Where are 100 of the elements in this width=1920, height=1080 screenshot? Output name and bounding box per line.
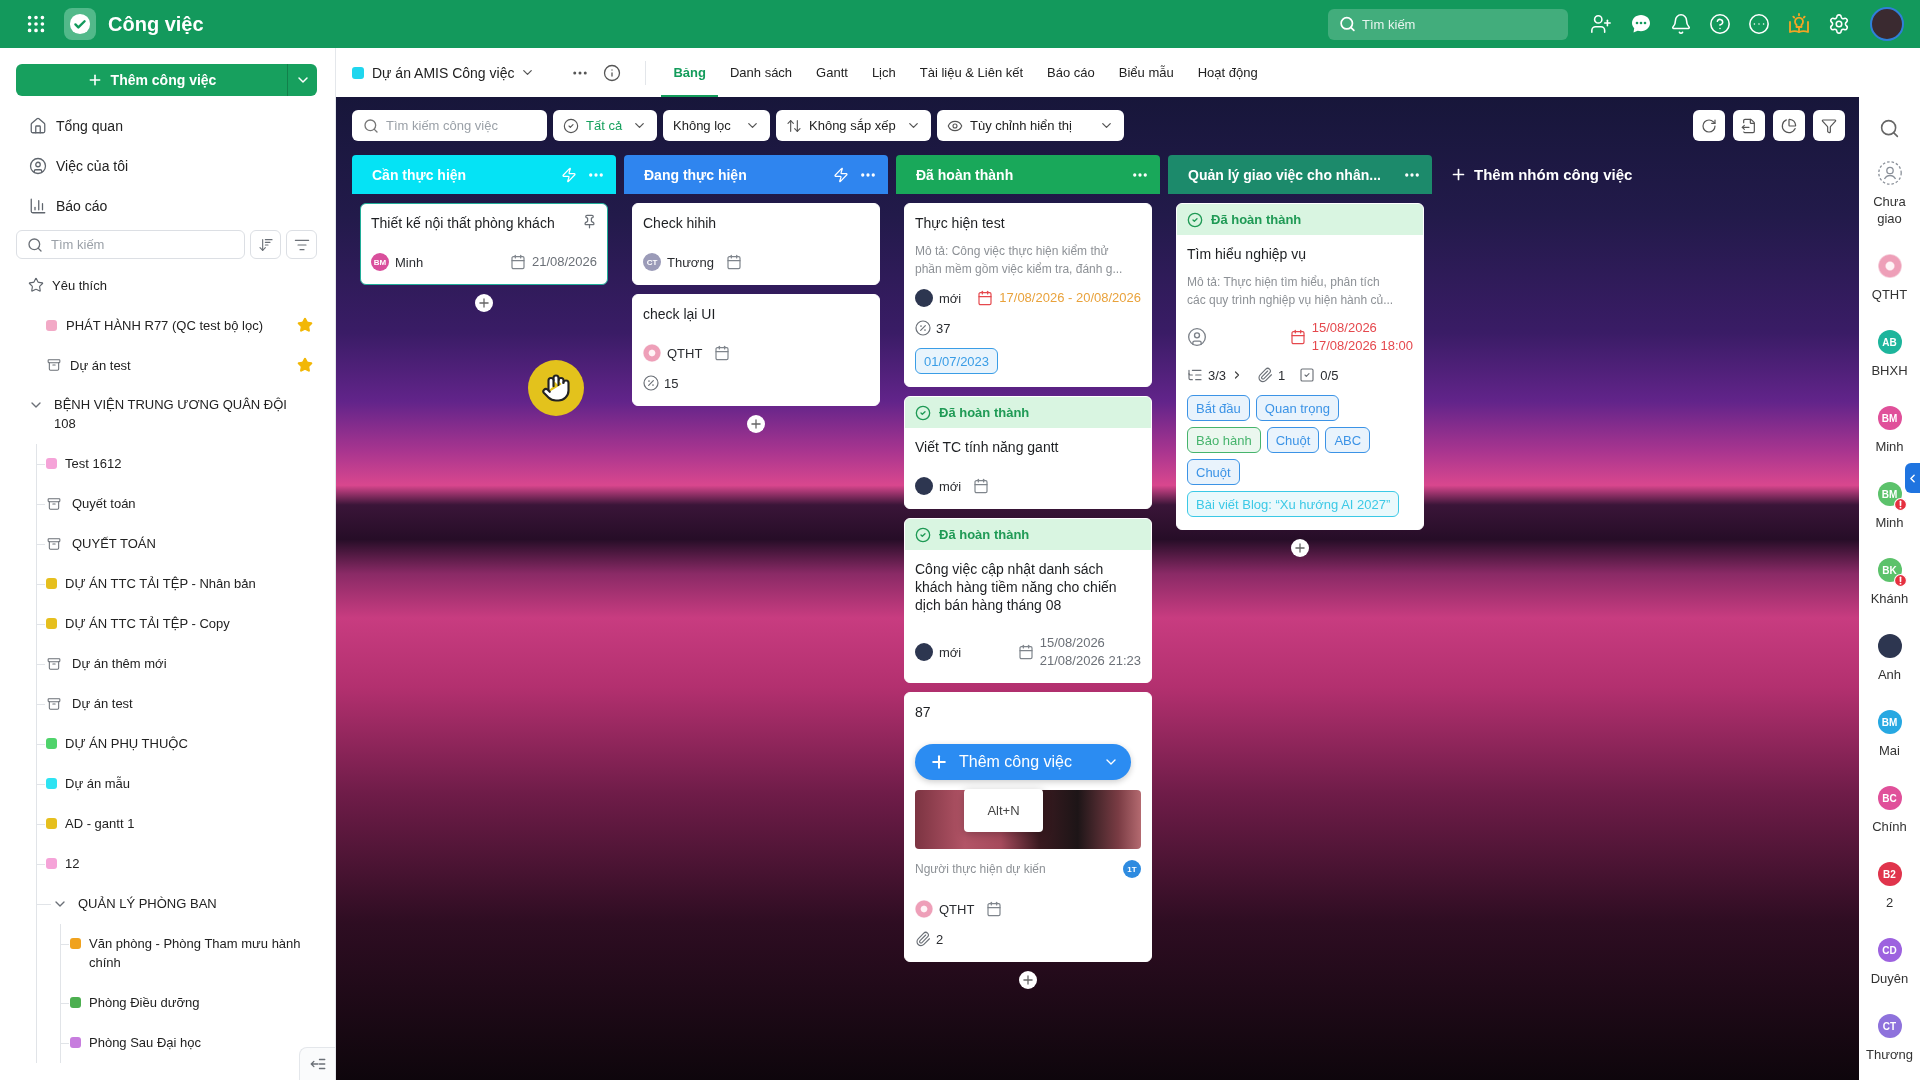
user-avatar[interactable]: CT: [1877, 1014, 1902, 1038]
project-tree-item[interactable]: AD - gantt 1: [37, 804, 321, 844]
add-card-button[interactable]: [1019, 971, 1037, 989]
project-tree-item[interactable]: DỰ ÁN TTC TẢI TỆP - Copy: [37, 604, 321, 644]
favorite-project-item[interactable]: PHÁT HÀNH R77 (QC test bộ lọc): [0, 305, 321, 345]
due-date: 17/08/2026 - 20/08/2026: [999, 289, 1141, 307]
task-card[interactable]: 87 Thêm công việc Alt+N Người thực hiện dự kiến 1T QTHT 2: [904, 692, 1152, 962]
task-card[interactable]: Check hihih CT Thương: [632, 203, 880, 285]
nav-item[interactable]: Việc của tôi: [0, 146, 335, 186]
task-card[interactable]: Đã hoàn thành Viết TC tính năng gantt mới: [904, 396, 1152, 509]
task-search-field[interactable]: Tìm kiếm công việc: [352, 110, 547, 141]
help-icon[interactable]: [1709, 13, 1731, 35]
add-card-button[interactable]: [747, 415, 765, 433]
refresh-icon: [1701, 117, 1717, 134]
pin-icon[interactable]: [582, 214, 597, 229]
task-card[interactable]: Thiết kế nội thất phòng khách BM Minh 21/08/2026: [360, 203, 608, 285]
project-tree-item[interactable]: DỰ ÁN TTC TẢI TỆP - Nhân bản: [37, 564, 321, 604]
star-icon[interactable]: [297, 357, 313, 373]
view-tab[interactable]: Báo cáo: [1035, 48, 1107, 97]
add-card-button[interactable]: [1291, 539, 1309, 557]
task-tag: Bài viết Blog: “Xu hướng AI 2027”: [1187, 491, 1400, 517]
status-filter-button[interactable]: Tất cả: [553, 110, 657, 141]
chart-button[interactable]: [1773, 110, 1805, 141]
add-user-icon[interactable]: [1590, 13, 1612, 35]
add-card-button[interactable]: [475, 294, 493, 312]
status-label: Đã hoàn thành: [1211, 212, 1302, 227]
project-tree-item[interactable]: Phòng Sau Đại học: [61, 1023, 321, 1063]
progress-percent: 15: [664, 375, 679, 391]
nav-item[interactable]: Báo cáo: [0, 186, 335, 226]
project-selector[interactable]: Dự án AMIS Công việc: [372, 64, 536, 81]
view-tab[interactable]: Danh sách: [717, 48, 805, 97]
lightning-icon[interactable]: [833, 166, 849, 183]
project-tree-item[interactable]: Phòng Điều dưỡng: [61, 983, 321, 1023]
unassigned-user-icon[interactable]: [1877, 161, 1902, 185]
project-tree-item[interactable]: Dự án test: [37, 684, 321, 724]
search-icon: [1339, 15, 1356, 33]
column-title: Đã hoàn thành: [916, 166, 1015, 183]
favorite-project-item[interactable]: Dự án test: [0, 345, 321, 385]
shortcut-tooltip: Alt+N: [964, 789, 1043, 832]
sort-icon: [257, 236, 274, 253]
more-options-icon[interactable]: [1748, 13, 1770, 35]
search-icon[interactable]: [1879, 117, 1900, 139]
view-tab[interactable]: Hoạt động: [1185, 48, 1270, 97]
project-tree-item[interactable]: Văn phòng - Phòng Tham mưu hành chính: [61, 924, 321, 983]
sort-dropdown-button[interactable]: Không sắp xếp: [776, 110, 931, 141]
card-title: Công việc cập nhật danh sách khách hàng tiềm năng cho chiến dịch bán hàng tháng 08: [915, 560, 1118, 614]
avatar-photo-placeholder[interactable]: [1877, 634, 1902, 658]
export-button[interactable]: [1733, 110, 1765, 141]
user-avatar[interactable]: BC: [1877, 786, 1902, 810]
tree-group-item[interactable]: BỆNH VIỆN TRUNG ƯƠNG QUÂN ĐỘI 108: [0, 385, 321, 444]
user-avatar-placeholder[interactable]: [1870, 7, 1904, 41]
task-tag: ABC: [1325, 427, 1371, 453]
tree-group-item[interactable]: QUẢN LÝ PHÒNG BAN: [37, 884, 321, 924]
info-icon[interactable]: [603, 63, 622, 82]
display-options-button[interactable]: Tùy chỉnh hiển thị: [937, 110, 1124, 141]
project-tree-item[interactable]: Dự án thêm mới: [37, 644, 321, 684]
view-tab[interactable]: Tài liệu & Liên kết: [907, 48, 1036, 97]
task-card[interactable]: check lại UI QTHT 15: [632, 294, 880, 406]
collapse-sidebar-button[interactable]: [299, 1047, 335, 1080]
project-tree-item[interactable]: Test 1612: [37, 444, 321, 484]
percent-icon: [643, 375, 659, 391]
add-group-button[interactable]: Thêm nhóm công việc: [1446, 155, 1637, 194]
sort-button[interactable]: [250, 230, 281, 259]
user-avatar[interactable]: BM: [1877, 406, 1902, 430]
star-icon[interactable]: [297, 317, 313, 333]
view-tab[interactable]: Gantt: [804, 48, 860, 97]
assignee-name: mới: [939, 478, 962, 494]
project-tree-item[interactable]: Dự án mẫu: [37, 764, 321, 804]
project-tree-item[interactable]: Quyết toán: [37, 484, 321, 524]
avatar-image-placeholder[interactable]: [1877, 254, 1902, 278]
project-tree-item[interactable]: QUYẾT TOÁN: [37, 524, 321, 564]
refresh-button[interactable]: [1693, 110, 1725, 141]
assignee-name: 2: [1884, 894, 1895, 911]
project-tree-item[interactable]: 12: [37, 844, 321, 884]
user-avatar[interactable]: B2: [1877, 862, 1902, 886]
user-avatar: 1T: [1123, 860, 1141, 878]
apps-menu-icon[interactable]: [25, 13, 47, 35]
app-logo-icon: [64, 8, 96, 40]
sidebar-search-field[interactable]: Tìm kiếm: [16, 230, 245, 259]
view-tab[interactable]: Lịch: [859, 48, 908, 97]
assignee-name: QTHT: [1870, 286, 1909, 303]
assignee-name: Chưa giao: [1872, 193, 1907, 227]
task-card[interactable]: Thực hiện test Mô tả: Công việc thực hiện kiểm thử phần mềm gồm việc kiểm tra, đánh g... mới 17/08/2026 - 20/08/2026 37 01/07/2023: [904, 203, 1152, 387]
task-card[interactable]: [1176, 203, 1424, 530]
view-tab[interactable]: Biểu mẫu: [1106, 48, 1186, 97]
task-card[interactable]: Đã hoàn thành Công việc cập nhật danh sách khách hàng tiềm năng cho chiến dịch bán hàng tháng 08 mới 15/08/2026 21/08/2026 21:23: [904, 518, 1152, 683]
user-avatar[interactable]: CD: [1877, 938, 1902, 962]
card-description: Mô tả: Thực hiện tìm hiểu, phân tích các quy trình nghiệp vụ hiện hành củ...: [1187, 274, 1395, 309]
column-title: Đang thực hiện: [644, 166, 748, 183]
nav-item[interactable]: Tổng quan: [0, 106, 335, 146]
add-task-menu-button[interactable]: [287, 64, 317, 96]
filter-dropdown-button[interactable]: Không lọc: [663, 110, 770, 141]
settings-icon[interactable]: [1828, 13, 1850, 35]
project-tree-item[interactable]: DỰ ÁN PHỤ THUỘC: [37, 724, 321, 764]
collapse-panel-button[interactable]: [1905, 463, 1920, 493]
avatar-image-placeholder: [915, 900, 933, 918]
plus-icon: [929, 752, 949, 772]
filter-button[interactable]: [1813, 110, 1845, 141]
notification-bell-icon[interactable]: [1670, 13, 1692, 35]
assignee-name: Minh: [1874, 514, 1905, 531]
